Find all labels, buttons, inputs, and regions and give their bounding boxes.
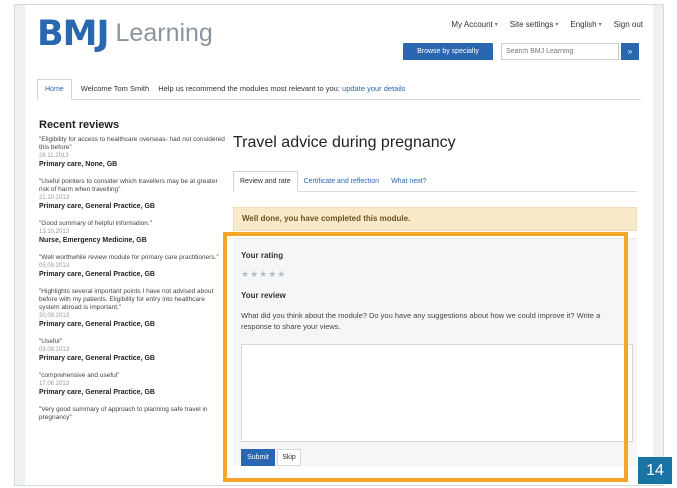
list-item: "Very good summary of approach to planni…	[39, 406, 227, 422]
review-quote: "Highlights several important points I h…	[39, 288, 214, 311]
top-links: My Account ▾ Site settings ▾ English ▾ S…	[451, 20, 643, 29]
tab-home[interactable]: Home	[37, 79, 72, 100]
logo-word: Learning	[115, 19, 213, 47]
search-button[interactable]: »	[621, 43, 639, 60]
review-author: Primary care, General Practice, GB	[39, 203, 155, 210]
chevron-down-icon: ▾	[494, 22, 498, 28]
list-item: "Good summary of helpful information." 1…	[39, 220, 227, 246]
review-author: Nurse, Emergency Medicine, GB	[39, 237, 147, 244]
review-quote: "Useful"	[39, 338, 63, 345]
review-author: Primary care, None, GB	[39, 161, 118, 168]
page-title: Travel advice during pregnancy	[233, 134, 456, 151]
list-item: "Eligibility for access to healthcare ov…	[39, 136, 227, 170]
review-date: 17.06.2013	[39, 381, 70, 387]
module-tabs: Review and rate Certificate and reflecti…	[233, 171, 637, 192]
list-item: "Useful pointers to consider which trave…	[39, 178, 227, 212]
search-input[interactable]	[501, 43, 619, 60]
sign-out-link[interactable]: Sign out	[614, 20, 643, 29]
review-author: Primary care, General Practice, GB	[39, 389, 155, 396]
chevron-down-icon: ▾	[555, 22, 559, 28]
recent-reviews-heading: Recent reviews	[39, 119, 120, 131]
review-date: 30.08.2013	[39, 313, 70, 319]
tab-review-and-rate[interactable]: Review and rate	[233, 171, 298, 192]
logo-mark: BMJ	[37, 14, 110, 54]
review-quote: "Eligibility for access to healthcare ov…	[39, 136, 225, 151]
review-author: Primary care, General Practice, GB	[39, 321, 155, 328]
nav-bar: Home Welcome Tom Smith Help us recommend…	[37, 79, 641, 100]
my-account-link[interactable]: My Account ▾	[451, 20, 497, 29]
review-author: Primary care, General Practice, GB	[39, 271, 155, 278]
highlight-box	[223, 232, 628, 482]
list-item: "Well worthwhile review module for prima…	[39, 254, 227, 280]
welcome-text: Welcome Tom Smith	[80, 84, 150, 93]
review-date: 09.08.2013	[39, 347, 70, 353]
recent-reviews-list: "Eligibility for access to healthcare ov…	[39, 136, 227, 430]
bmj-learning-logo[interactable]: BMJ Learning	[37, 17, 213, 52]
completion-banner: Well done, you have completed this modul…	[233, 207, 637, 231]
review-date: 13.10.2013	[39, 229, 70, 235]
site-settings-link[interactable]: Site settings ▾	[510, 20, 559, 29]
review-quote: "Useful pointers to consider which trave…	[39, 178, 218, 193]
review-quote: "Well worthwhile review module for prima…	[39, 254, 219, 261]
review-quote: "comprehensive and useful"	[39, 372, 120, 379]
list-item: "Useful" 09.08.2013 Primary care, Genera…	[39, 338, 227, 364]
review-quote: "Very good summary of approach to planni…	[39, 406, 208, 421]
list-item: "comprehensive and useful" 17.06.2013 Pr…	[39, 372, 227, 398]
review-date: 28.11.2013	[39, 153, 69, 159]
list-item: "Highlights several important points I h…	[39, 288, 227, 330]
step-number-badge: 14	[638, 457, 672, 484]
chevron-down-icon: ▾	[598, 22, 602, 28]
review-quote: "Good summary of helpful information."	[39, 220, 152, 227]
help-text: Help us recommend the modules most relev…	[158, 84, 406, 93]
browse-by-specialty-button[interactable]: Browse by specialty	[403, 43, 493, 60]
review-author: Primary care, General Practice, GB	[39, 355, 155, 362]
tab-certificate-and-reflection[interactable]: Certificate and reflection	[298, 172, 385, 191]
tab-what-next[interactable]: What next?	[385, 172, 432, 191]
update-details-link[interactable]: update your details	[342, 84, 405, 93]
language-link[interactable]: English ▾	[570, 20, 601, 29]
review-date: 05.09.2013	[39, 263, 70, 269]
review-date: 21.10.2013	[39, 195, 70, 201]
